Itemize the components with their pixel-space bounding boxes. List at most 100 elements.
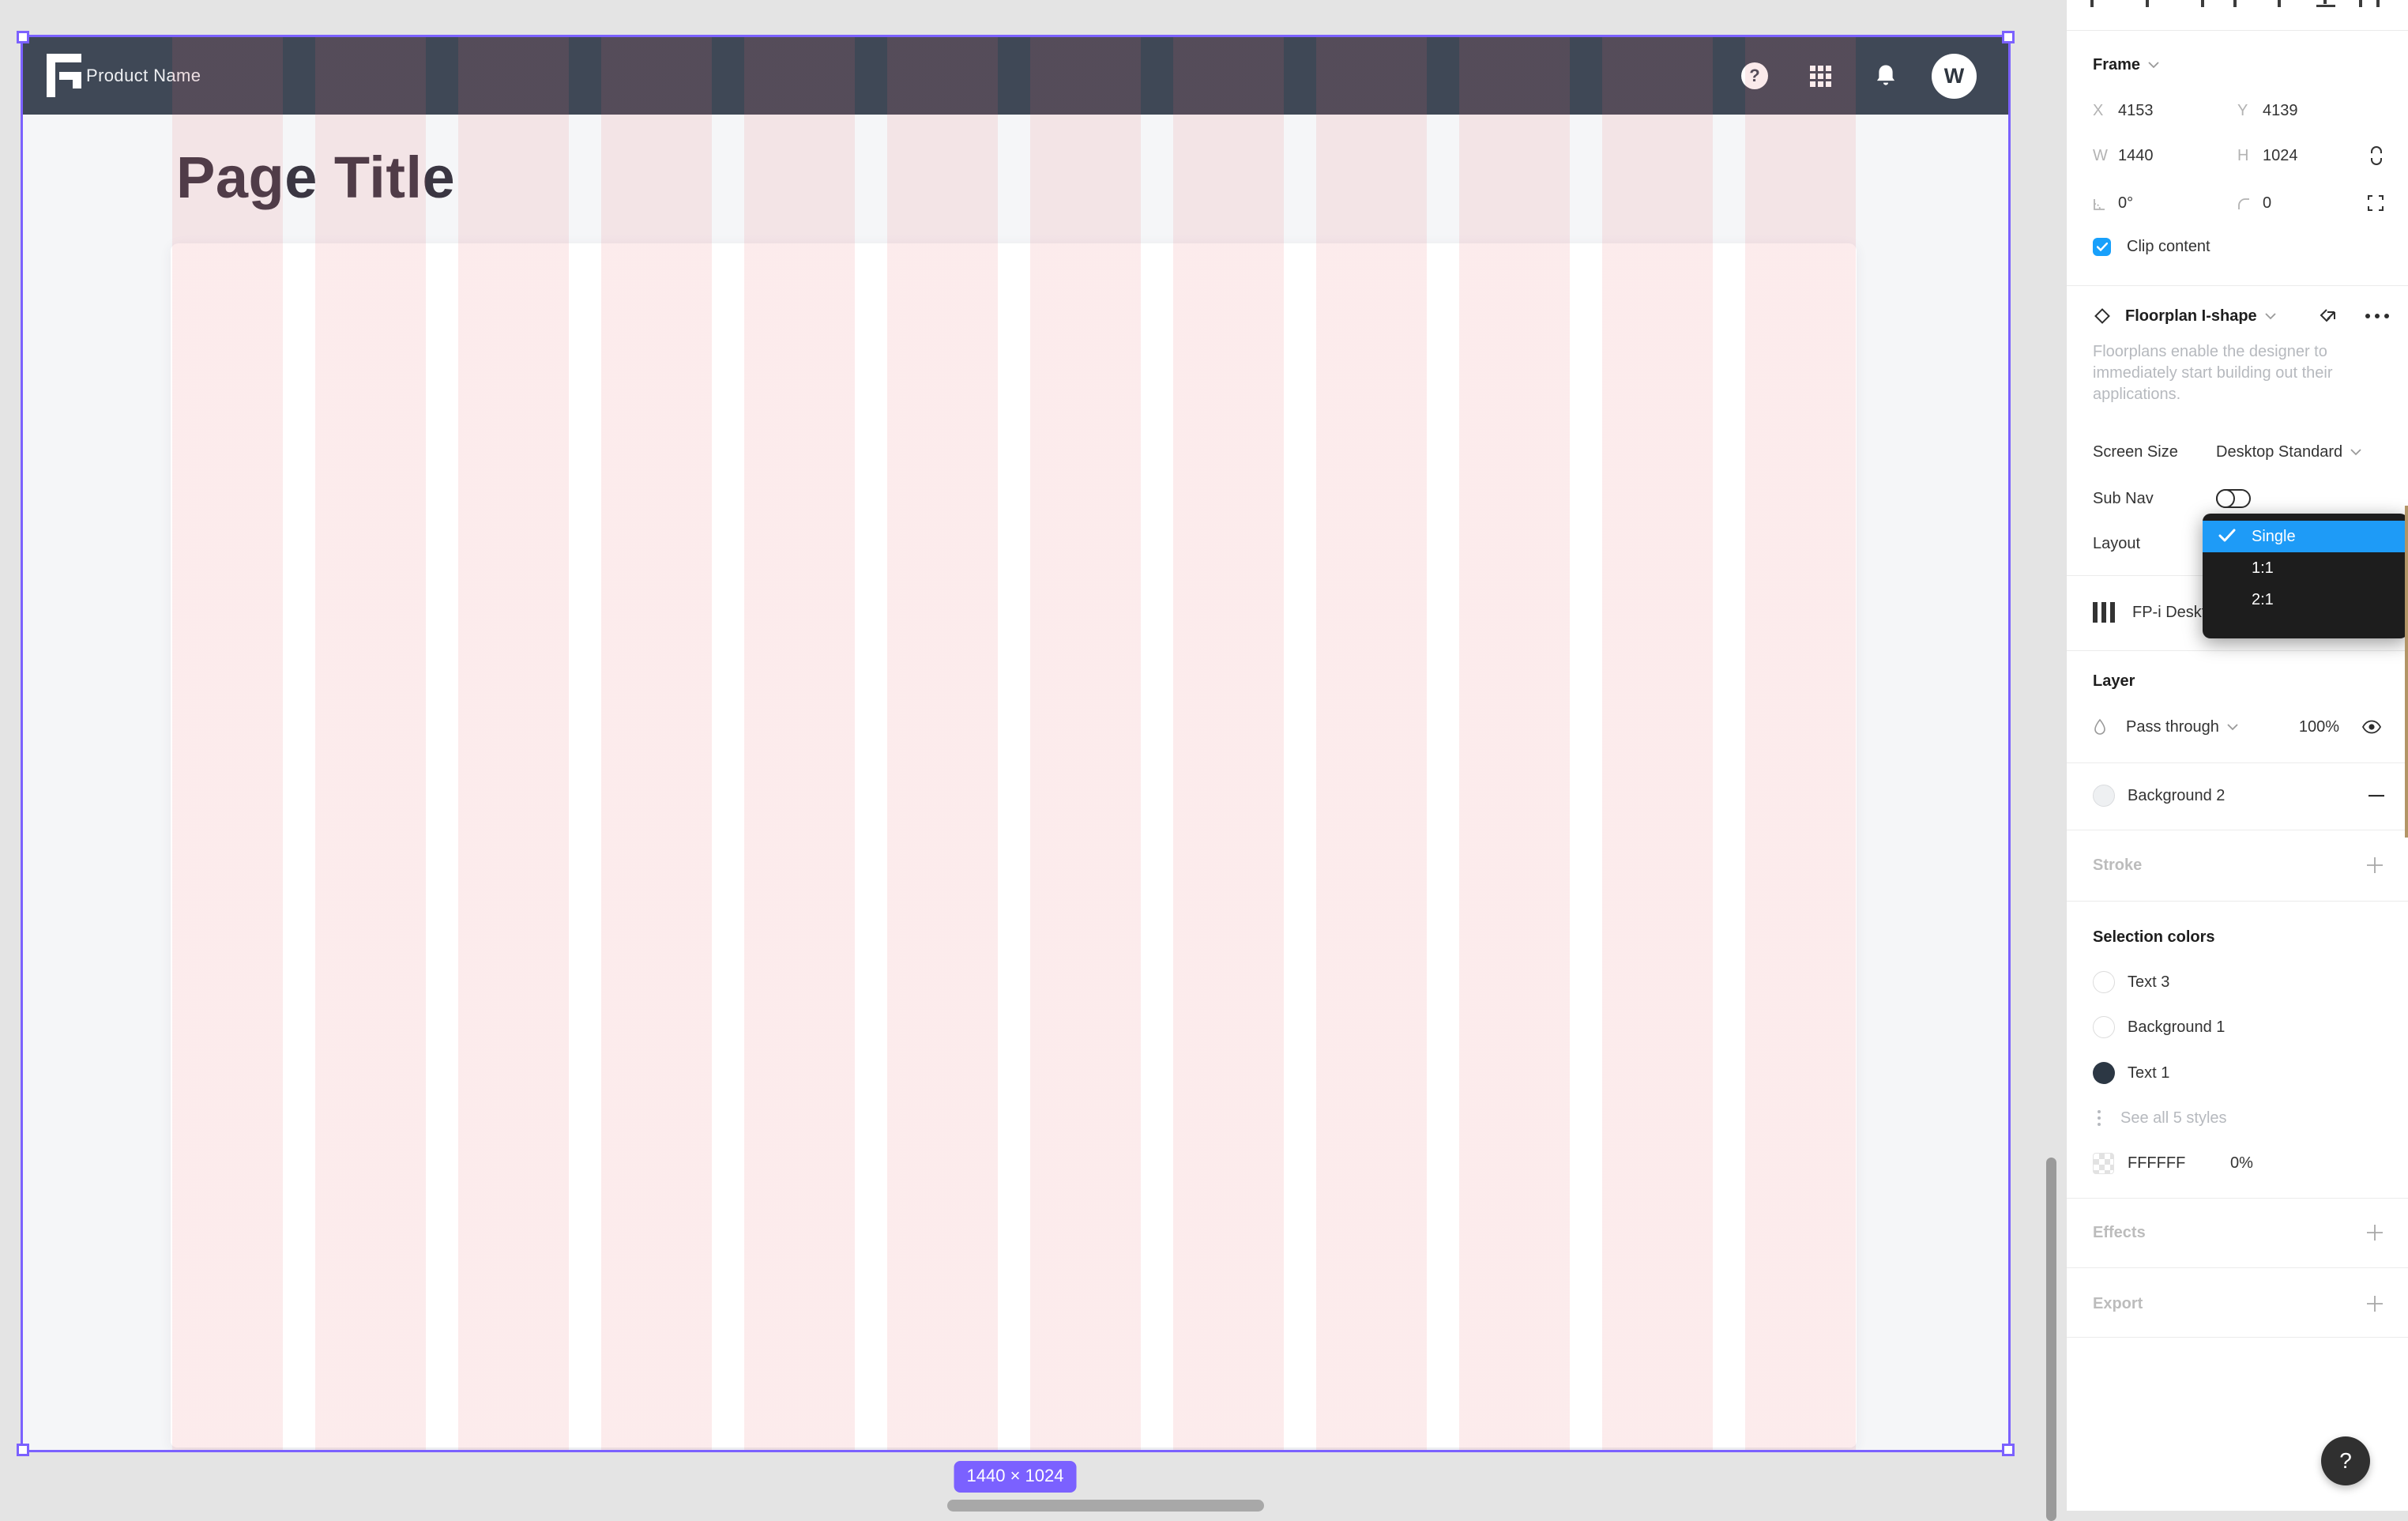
menu-option-label: 2:1 <box>2252 591 2274 609</box>
rotation-input[interactable]: 0° <box>2093 194 2237 213</box>
rotation-value[interactable]: 0° <box>2118 194 2133 213</box>
color-swatch[interactable] <box>2093 1016 2115 1038</box>
hex-opacity-input[interactable]: 0% <box>2230 1154 2253 1173</box>
swap-instance-icon[interactable] <box>2317 305 2339 327</box>
component-description: Floorplans enable the designer to immedi… <box>2093 341 2361 405</box>
help-fab-button[interactable]: ? <box>2321 1436 2370 1485</box>
height-input[interactable]: H 1024 <box>2237 147 2382 165</box>
layer-section-header: Layer <box>2067 665 2408 697</box>
fill-swatch[interactable] <box>2093 785 2115 807</box>
see-all-styles-label: See all 5 styles <box>2120 1109 2227 1128</box>
horizontal-scrollbar[interactable] <box>947 1500 1264 1512</box>
see-all-styles-row[interactable]: See all 5 styles <box>2067 1102 2408 1134</box>
effects-section-title: Effects <box>2093 1224 2146 1242</box>
frame-section-header[interactable]: Frame <box>2067 49 2408 81</box>
chevron-down-icon <box>2350 449 2361 456</box>
design-help-button[interactable]: ? <box>1741 37 1768 115</box>
add-stroke-icon[interactable] <box>2365 856 2384 875</box>
frame-size-badge: 1440 × 1024 <box>954 1461 1077 1493</box>
menu-option-1-1[interactable]: 1:1 <box>2203 552 2408 584</box>
width-input[interactable]: W 1440 <box>2093 147 2237 165</box>
page-title: Page Title <box>176 146 455 209</box>
blend-mode-value: Pass through <box>2126 718 2219 736</box>
y-input[interactable]: Y 4139 <box>2237 102 2382 120</box>
transparent-color-swatch[interactable] <box>2093 1153 2114 1174</box>
selection-handle-top-left[interactable] <box>17 31 29 43</box>
w-value[interactable]: 1440 <box>2118 147 2154 165</box>
corner-radius-input[interactable]: 0 <box>2237 194 2382 213</box>
blend-mode-select[interactable]: Pass through <box>2126 718 2238 736</box>
content-card <box>171 243 1857 1448</box>
selection-handle-bottom-left[interactable] <box>17 1444 29 1456</box>
instance-label: FP-i Deskt <box>2132 604 2206 622</box>
add-export-icon[interactable] <box>2365 1294 2384 1313</box>
menu-option-single[interactable]: Single <box>2203 521 2408 552</box>
corner-radius-value[interactable]: 0 <box>2263 194 2271 213</box>
constrain-proportions-icon[interactable] <box>2368 145 2384 166</box>
design-header-bar: Product Name ? W <box>23 37 2008 115</box>
sub-nav-label: Sub Nav <box>2093 490 2216 508</box>
vertical-scrollbar[interactable] <box>2046 1158 2056 1521</box>
fill-style-row[interactable]: Background 2 <box>2067 780 2408 811</box>
screen-size-value: Desktop Standard <box>2216 443 2342 461</box>
selection-color-row[interactable]: Background 1 <box>2067 1011 2408 1043</box>
independent-corners-icon[interactable] <box>2367 194 2384 212</box>
color-swatch[interactable] <box>2093 1062 2115 1084</box>
corner-radius-icon <box>2237 196 2263 211</box>
notifications-button[interactable] <box>1874 37 1898 115</box>
component-diamond-icon <box>2093 307 2112 326</box>
selection-color-row[interactable]: Text 3 <box>2067 966 2408 998</box>
color-swatch[interactable] <box>2093 971 2115 993</box>
screen-size-row: Screen Size Desktop Standard <box>2067 436 2408 468</box>
design-frame[interactable]: Product Name ? W Page Title <box>23 37 2008 1450</box>
y-label: Y <box>2237 102 2263 120</box>
clip-content-label: Clip content <box>2127 238 2210 256</box>
x-value[interactable]: 4153 <box>2118 102 2154 120</box>
clip-content-row[interactable]: Clip content <box>2067 231 2408 262</box>
menu-option-2-1[interactable]: 2:1 <box>2203 584 2408 616</box>
chevron-down-icon <box>2227 724 2238 731</box>
x-label: X <box>2093 102 2118 120</box>
canvas-area[interactable]: Product Name ? W Page Title <box>0 0 2066 1511</box>
avatar[interactable]: W <box>1932 37 1977 115</box>
check-icon <box>2218 529 2236 543</box>
selection-colors-header: Selection colors <box>2067 921 2408 953</box>
visibility-eye-icon[interactable] <box>2361 720 2382 734</box>
add-effect-icon[interactable] <box>2365 1223 2384 1242</box>
x-input[interactable]: X 4153 <box>2093 102 2237 120</box>
app-launcher-button[interactable] <box>1809 37 1831 115</box>
export-section-header: Export <box>2067 1288 2408 1320</box>
h-label: H <box>2237 147 2263 165</box>
screen-size-label: Screen Size <box>2093 443 2216 461</box>
sub-nav-row: Sub Nav <box>2067 483 2408 514</box>
layer-opacity-input[interactable]: 100% <box>2299 718 2339 736</box>
sub-nav-toggle[interactable] <box>2216 489 2251 508</box>
inspector-panel: Frame X 4153 Y 4139 W 1440 H 1024 <box>2066 0 2408 1511</box>
selection-handle-top-right[interactable] <box>2002 31 2015 43</box>
floorplan-bars-icon <box>2093 602 2115 623</box>
hex-color-row[interactable]: FFFFFF 0% <box>2067 1147 2408 1179</box>
component-header-row[interactable]: Floorplan I-shape <box>2067 300 2408 332</box>
blend-mode-icon <box>2093 718 2107 736</box>
layer-section-title: Layer <box>2093 672 2135 691</box>
frame-position-row: X 4153 Y 4139 <box>2067 95 2408 126</box>
angle-icon <box>2093 196 2118 211</box>
selection-handle-bottom-right[interactable] <box>2002 1444 2015 1456</box>
menu-option-label: 1:1 <box>2252 559 2274 578</box>
chevron-down-icon <box>2148 62 2159 69</box>
selection-color-row[interactable]: Text 1 <box>2067 1057 2408 1089</box>
background-window-sliver <box>2405 506 2408 838</box>
component-title: Floorplan I-shape <box>2125 307 2257 326</box>
hex-value-input[interactable]: FFFFFF <box>2128 1154 2230 1173</box>
help-icon: ? <box>1741 62 1768 89</box>
h-value[interactable]: 1024 <box>2263 147 2298 165</box>
more-options-icon[interactable] <box>2365 314 2389 318</box>
selection-colors-title: Selection colors <box>2093 928 2215 947</box>
remove-fill-icon[interactable] <box>2368 794 2384 797</box>
product-name-label: Product Name <box>86 37 201 115</box>
y-value[interactable]: 4139 <box>2263 102 2298 120</box>
clip-content-checkbox[interactable] <box>2093 238 2111 256</box>
export-section-title: Export <box>2093 1295 2143 1313</box>
chevron-down-icon[interactable] <box>2265 313 2276 320</box>
screen-size-select[interactable]: Desktop Standard <box>2216 443 2361 461</box>
